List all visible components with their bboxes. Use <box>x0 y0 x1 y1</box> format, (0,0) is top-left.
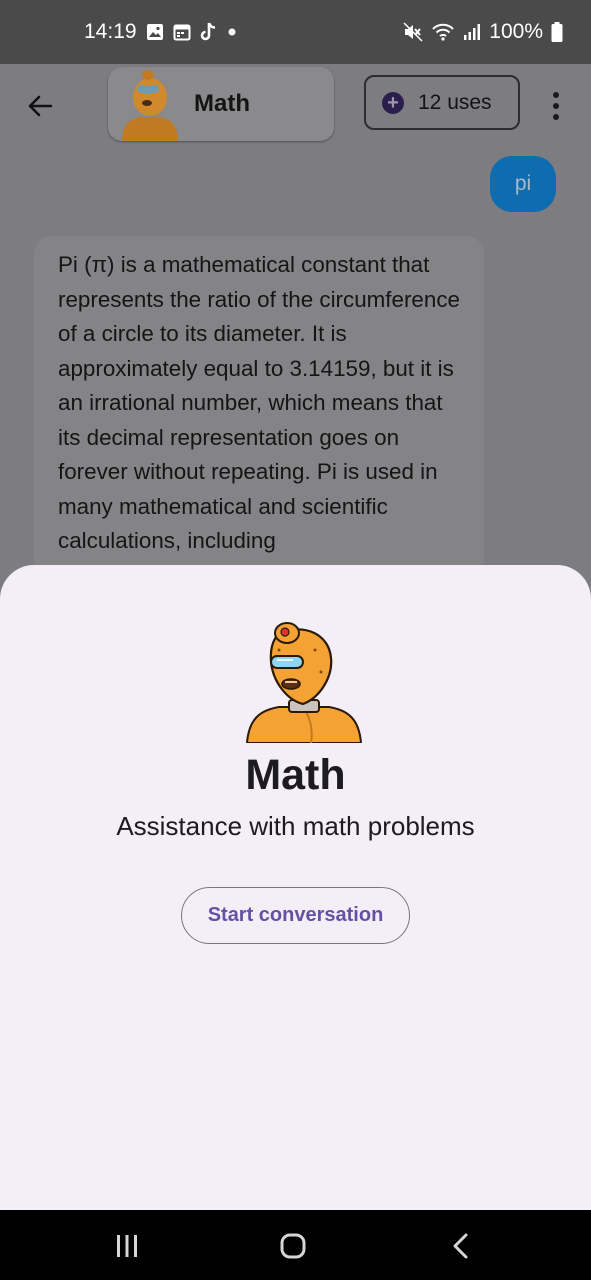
chevron-left-icon <box>453 1233 468 1259</box>
status-bar: 14:19 100% <box>0 0 591 64</box>
assistant-chip[interactable]: Math <box>108 67 334 141</box>
dot-icon <box>227 27 237 37</box>
more-vert-icon-dot <box>553 114 559 120</box>
recent-apps-icon <box>117 1235 137 1257</box>
assistant-name: Math <box>194 90 250 117</box>
sheet-title: Math <box>245 751 346 799</box>
start-conversation-button[interactable]: Start conversation <box>181 887 410 944</box>
signal-icon <box>463 23 481 41</box>
more-options-button[interactable] <box>540 88 572 124</box>
battery-level: 100% <box>489 20 543 43</box>
sheet-description: Assistance with math problems <box>116 811 475 841</box>
recent-apps-button[interactable] <box>112 1230 142 1262</box>
assistant-info-sheet: Math Assistance with math problems Start… <box>0 565 591 1210</box>
more-vert-icon-dot <box>553 103 559 109</box>
uses-button[interactable]: + 12 uses <box>364 75 520 130</box>
user-message-bubble: pi <box>490 156 556 212</box>
arrow-back-icon <box>28 95 53 117</box>
robot-avatar <box>118 67 182 141</box>
robot-avatar-large <box>245 620 363 744</box>
home-button[interactable] <box>278 1230 308 1262</box>
tiktok-icon <box>200 22 218 42</box>
gallery-icon <box>146 23 164 41</box>
plus-icon: + <box>382 91 404 114</box>
system-nav-bar <box>0 1210 591 1280</box>
status-time: 14:19 <box>84 20 137 43</box>
wifi-icon <box>431 22 455 42</box>
more-vert-icon-dot <box>553 92 559 98</box>
battery-icon <box>551 22 563 42</box>
back-nav-button[interactable] <box>446 1230 476 1262</box>
calendar-icon <box>173 23 191 41</box>
home-icon <box>280 1233 306 1259</box>
back-button[interactable] <box>22 88 58 124</box>
uses-label: 12 uses <box>418 90 492 114</box>
mute-icon <box>403 22 423 42</box>
